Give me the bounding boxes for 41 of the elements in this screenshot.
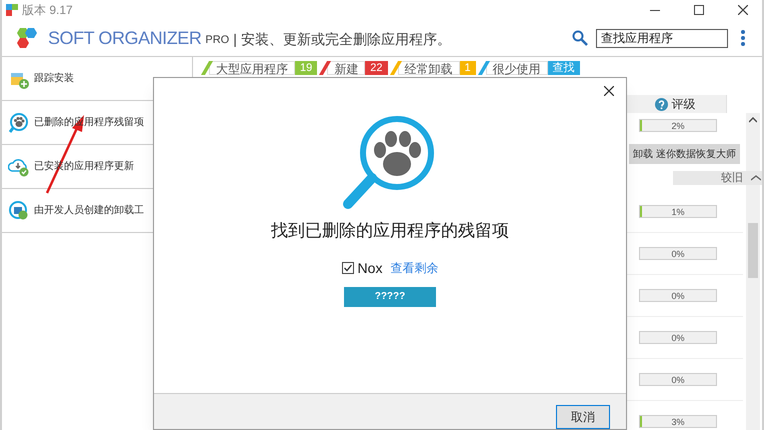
view-leftovers-link[interactable]: 查看剩余 [390,259,438,277]
rating-bar: 3% [639,415,717,428]
maximize-icon[interactable] [694,5,704,15]
cancel-button[interactable]: 取消 [556,405,610,429]
badge-icon [8,200,30,222]
checkbox-label: Nox [358,258,382,278]
rating-bar: 2% [639,118,717,132]
rating-bar: 0% [639,373,717,386]
group-header: 较旧 [721,170,743,186]
filter-tab[interactable]: 经常卸载 [398,61,460,75]
more-icon[interactable] [740,29,746,47]
filter-tab[interactable]: 新建 [327,61,366,75]
count-badge: 19 [295,61,318,75]
scroll-up-icon[interactable] [749,117,757,123]
app-icon [6,4,18,16]
close-icon[interactable] [738,5,748,15]
close-icon[interactable] [604,86,614,96]
help-icon [654,98,668,110]
logo-icon [14,26,40,50]
edition-label: PRO [205,32,230,48]
filter-tab[interactable]: 很少使用 [486,61,548,75]
rating-bar: 1% [639,205,717,218]
paw-icon [8,112,30,134]
count-badge: 22 [365,61,388,75]
count-badge: 查找 [548,61,580,75]
brand-name: SOFT ORGANIZER [48,26,202,50]
search-field[interactable]: 查找应用程序 [596,28,728,48]
collapse-icon[interactable] [751,175,761,181]
dialog-heading: 找到已删除的应用程序的残留项 [271,220,509,242]
column-header: 评级 [672,96,696,113]
count-badge: 1 [460,61,476,75]
scrollbar-thumb[interactable] [748,223,758,278]
rating-bar: 0% [639,331,717,344]
checkbox[interactable] [342,262,354,274]
rating-bar: 0% [639,247,717,260]
uninstall-button[interactable]: 卸载 迷你数据恢复大师 [629,144,740,164]
window-title: 版本 9.17 [22,2,73,19]
filter-tab[interactable]: 大型应用程序 [209,61,295,75]
rating-bar: 0% [639,289,717,302]
tagline: | 安装、更新或完全删除应用程序。 [233,30,451,49]
search-icon[interactable] [572,30,588,46]
